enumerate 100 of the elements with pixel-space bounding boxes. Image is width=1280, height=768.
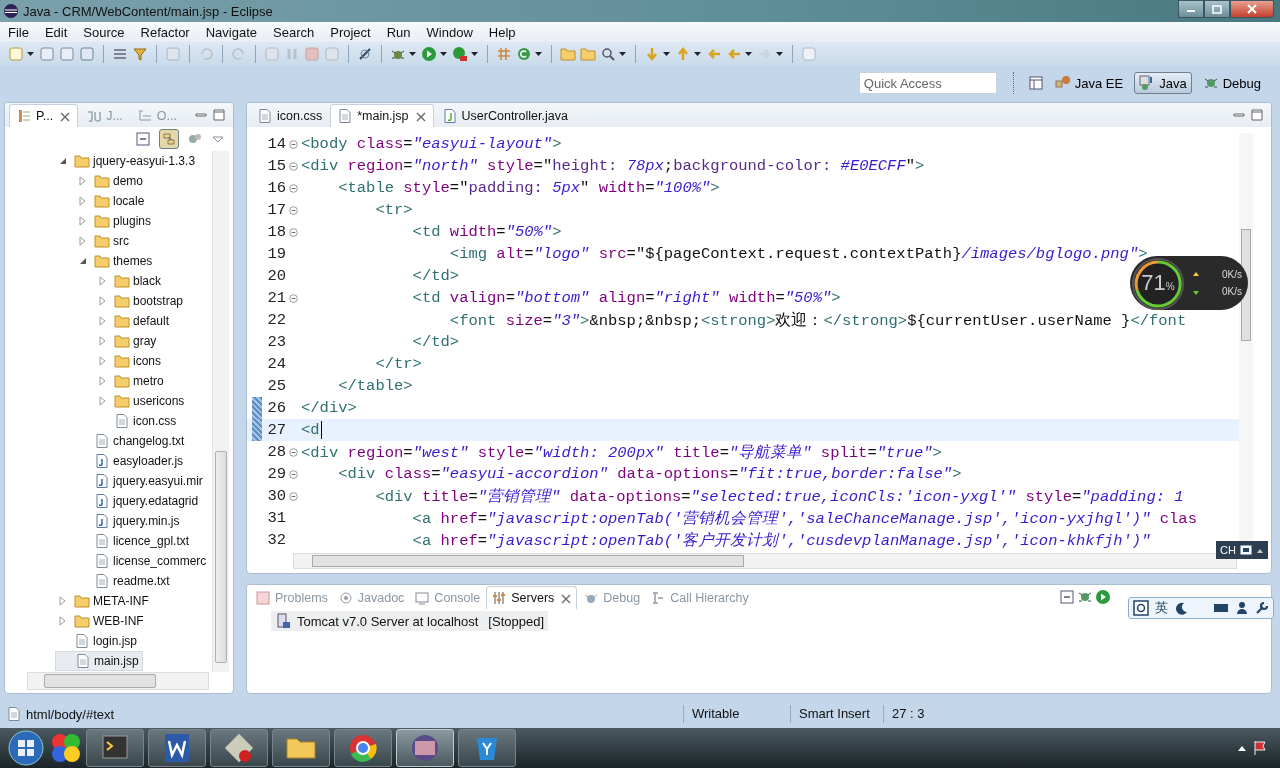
fold-icon[interactable]	[289, 139, 298, 149]
grid-icon[interactable]	[496, 46, 512, 62]
collapse-all-icon[interactable]	[135, 131, 151, 147]
tree-item[interactable]: demo	[55, 171, 147, 191]
tree-item[interactable]: jquery.easyui.mir	[55, 471, 206, 491]
code-line: </td>	[411, 333, 460, 351]
menu-item[interactable]: File	[0, 24, 37, 40]
fold-icon[interactable]	[289, 227, 298, 237]
tree-item[interactable]: readme.txt	[55, 571, 173, 591]
list-icon[interactable]	[112, 46, 128, 62]
tree-item[interactable]: icons	[55, 351, 164, 371]
link-editor-button[interactable]	[159, 129, 179, 149]
file-icon	[75, 653, 91, 669]
fold-icon[interactable]	[289, 491, 298, 501]
cursor-position: 27 : 3	[883, 705, 992, 723]
open-folder-icon[interactable]	[560, 46, 576, 62]
filter-icon[interactable]	[132, 46, 148, 62]
view-tab[interactable]: Servers	[486, 586, 578, 609]
tree-item[interactable]: plugins	[55, 211, 155, 231]
tree-item[interactable]: jquery.edatagrid	[55, 491, 202, 511]
tree-item[interactable]: default	[55, 311, 173, 331]
menu-item[interactable]: Search	[265, 24, 323, 40]
tree-item[interactable]: login.jsp	[55, 631, 141, 651]
wrench-icon[interactable]	[1255, 601, 1269, 615]
tree-item[interactable]: gray	[55, 331, 160, 351]
menu-item[interactable]: Help	[480, 24, 524, 40]
menu-item[interactable]: Run	[378, 24, 419, 40]
start-button-icon[interactable]	[6, 728, 46, 768]
fold-icon[interactable]	[289, 161, 298, 171]
tree-item[interactable]: changelog.txt	[55, 431, 188, 451]
user-icon[interactable]	[1235, 601, 1249, 615]
tree-item[interactable]: black	[55, 271, 164, 291]
keyboard-icon	[1238, 543, 1253, 557]
perspective-button[interactable]: Debug	[1197, 72, 1266, 94]
print-icon[interactable]	[79, 46, 95, 62]
tree-item[interactable]: WEB-INF	[55, 611, 147, 631]
collapse-all-icon[interactable]	[1059, 589, 1075, 605]
tree-item[interactable]: themes	[55, 251, 156, 271]
folder-icon	[94, 173, 110, 189]
tree-item[interactable]: jquery.min.js	[55, 511, 183, 531]
menu-item[interactable]: Refactor	[132, 24, 198, 40]
open-perspective-icon[interactable]	[1027, 75, 1044, 91]
code-line: <td valign="bottom" align="right" width="50%">	[411, 289, 841, 307]
outline-icon	[136, 108, 153, 124]
fold-icon[interactable]	[289, 293, 298, 303]
tree-item[interactable]: locale	[55, 191, 148, 211]
menu-item[interactable]: Source	[75, 24, 133, 40]
quick-access-field[interactable]: Quick Access	[858, 72, 997, 94]
ime-logo-icon[interactable]	[1133, 600, 1149, 616]
fold-icon[interactable]	[289, 183, 298, 193]
tree-item[interactable]: bootstrap	[55, 291, 187, 311]
tree-item[interactable]: jquery-easyui-1.3.3	[55, 151, 199, 171]
menu-item[interactable]: Edit	[36, 24, 76, 40]
save-all-icon[interactable]	[59, 46, 75, 62]
skip-icon[interactable]	[357, 46, 373, 62]
tree-item[interactable]: usericons	[55, 391, 188, 411]
tree-item[interactable]: metro	[55, 371, 167, 391]
folder-icon	[114, 393, 130, 409]
perspective-button[interactable]: Java	[1134, 72, 1192, 94]
run-icon[interactable]	[421, 46, 437, 62]
problems-icon	[255, 590, 271, 606]
restore-button[interactable]	[1204, 0, 1230, 18]
folder-icon	[114, 293, 130, 309]
run-server-icon[interactable]	[452, 46, 468, 62]
search-icon[interactable]	[600, 46, 616, 62]
line-number: 32	[266, 531, 286, 549]
tree-item[interactable]: licence_gpl.txt	[55, 531, 193, 551]
server-item[interactable]: Tomcat v7.0 Server at localhost [Stopped]	[271, 611, 548, 631]
tree-item[interactable]: main.jsp	[55, 651, 143, 671]
editor-tab[interactable]: UserController.java	[435, 105, 574, 127]
tree-item[interactable]: easyloader.js	[55, 451, 187, 471]
vertical-scrollbar[interactable]	[212, 151, 229, 672]
fold-icon[interactable]	[289, 205, 298, 215]
keyboard-icon[interactable]	[1213, 601, 1229, 615]
menu-item[interactable]: Window	[418, 24, 481, 40]
tree-item[interactable]: license_commerc	[55, 551, 210, 571]
view-tab[interactable]: P...	[9, 104, 79, 127]
fold-icon[interactable]	[289, 447, 298, 457]
maximize-icon[interactable]	[1249, 107, 1265, 123]
moon-icon[interactable]	[1174, 601, 1188, 615]
horizontal-scrollbar[interactable]	[27, 672, 209, 690]
tree-item[interactable]: META-INF	[55, 591, 152, 611]
editor-tab[interactable]: *main.jsp	[330, 104, 434, 127]
run-icon[interactable]	[1095, 589, 1111, 605]
perspective-button[interactable]: Java EE	[1049, 72, 1129, 94]
close-button[interactable]	[1230, 0, 1274, 18]
tree-item[interactable]: src	[55, 231, 132, 251]
transfer-rate: 0K/s	[1222, 286, 1242, 297]
pinwheel-icon[interactable]	[50, 732, 82, 764]
fold-icon[interactable]	[289, 469, 298, 479]
menu-item[interactable]: Navigate	[197, 24, 265, 40]
menu-item[interactable]: Project	[322, 24, 379, 40]
maximize-icon[interactable]	[211, 107, 227, 123]
editor-tab[interactable]: icon.css	[251, 105, 329, 127]
language-indicator[interactable]: CH	[1216, 541, 1268, 559]
horizontal-scrollbar[interactable]	[293, 553, 1237, 569]
file-icon	[94, 533, 110, 549]
minimize-button[interactable]	[1178, 0, 1204, 18]
input-language-toggle[interactable]: 英	[1155, 599, 1168, 617]
tree-item[interactable]: icon.css	[55, 411, 180, 431]
